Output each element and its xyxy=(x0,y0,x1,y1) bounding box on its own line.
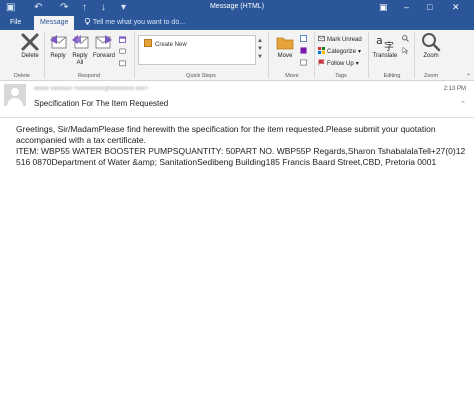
group-label-move: Move xyxy=(285,73,299,79)
translate-label: Translate xyxy=(372,53,398,59)
group-divider xyxy=(368,32,369,78)
window-title: Message (HTML) xyxy=(209,3,265,10)
follow-up-label: Follow Up xyxy=(327,61,354,67)
mark-unread-label: Mark Unread xyxy=(327,37,362,43)
person-icon xyxy=(11,88,19,96)
expand-header-icon[interactable]: ⌃ xyxy=(460,100,466,108)
reply-all-icon xyxy=(72,35,89,49)
body-paragraph: Greetings, Sir/MadamPlease find herewith… xyxy=(16,124,436,145)
reply-all-label: Reply All xyxy=(72,53,88,66)
divider xyxy=(0,117,474,118)
group-label-quick-steps: Quick Steps xyxy=(186,73,216,79)
group-divider xyxy=(314,32,315,78)
search-icon xyxy=(402,35,409,42)
move-label: Move xyxy=(277,53,293,59)
tab-message[interactable]: Message xyxy=(34,16,75,30)
tell-me-text: Tell me what you want to do... xyxy=(92,19,186,26)
chevron-down-icon: ▾ xyxy=(355,61,359,67)
magnifier-icon xyxy=(422,33,441,52)
quick-step-create-new[interactable]: Create New xyxy=(144,39,187,48)
cursor-icon xyxy=(402,47,409,54)
ribbon: Delete Delete Reply Reply All Forward Re… xyxy=(0,30,474,81)
forward-label: Forward xyxy=(92,53,115,59)
reply-icon xyxy=(50,35,67,49)
categorize-button[interactable]: Categorize ▾ xyxy=(318,47,361,57)
delete-icon xyxy=(21,33,39,51)
delete-button[interactable]: Delete xyxy=(14,32,46,60)
ribbon-tabs: File Message Tell me what you want to do… xyxy=(0,16,474,30)
group-label-editing: Editing xyxy=(383,73,401,79)
rules-icon xyxy=(300,35,307,42)
group-label-delete: Delete xyxy=(14,73,30,79)
message-subject: Specification For The Item Requested xyxy=(34,99,169,108)
title-bar: ▣ ↶ ↷ ↑ ↓ ▾ Message (HTML) ▣ – □ ✕ xyxy=(0,0,474,16)
folder-move-icon xyxy=(276,37,294,50)
ribbon-display-icon[interactable]: ▣ xyxy=(379,1,388,14)
minimize-button[interactable]: – xyxy=(404,1,409,14)
group-label-tags: Tags xyxy=(335,73,347,79)
im-button[interactable] xyxy=(119,48,128,58)
rules-button[interactable] xyxy=(300,35,309,45)
group-divider xyxy=(44,32,45,78)
tab-file[interactable]: File xyxy=(4,16,27,30)
categorize-label: Categorize xyxy=(327,49,357,55)
actions-icon xyxy=(300,59,307,66)
zoom-label: Zoom xyxy=(423,53,439,59)
reply-label: Reply xyxy=(50,53,66,59)
select-button[interactable] xyxy=(402,47,411,57)
message-header: xxxxx xxxxxxx <xxxxxxxxx@xxxxxxxx.xxx> 2… xyxy=(0,81,474,117)
translate-button[interactable]: a 字 Translate xyxy=(370,32,400,60)
create-new-label: Create New xyxy=(155,42,187,48)
svg-text:a: a xyxy=(376,34,383,47)
body-paragraph: ITEM: WBP55 WATER BOOSTER PUMPSQUANTITY:… xyxy=(16,146,466,167)
forward-button[interactable]: Forward xyxy=(90,32,118,60)
mark-unread-button[interactable]: Mark Unread xyxy=(318,35,362,45)
chat-icon xyxy=(119,48,126,54)
lightning-icon xyxy=(144,39,152,47)
move-button[interactable]: Move xyxy=(272,32,298,60)
meeting-button[interactable] xyxy=(119,36,128,46)
quick-steps-scroll[interactable]: ▲ ▼ ▼ xyxy=(257,37,263,61)
collapse-ribbon-icon[interactable]: ⌃ xyxy=(466,73,471,80)
chevron-down-icon: ▾ xyxy=(358,49,362,55)
flag-icon xyxy=(318,59,325,66)
received-time: 2:13 PM xyxy=(443,86,466,92)
group-label-respond: Respond xyxy=(77,73,101,79)
calendar-icon xyxy=(119,36,126,43)
message-body: Greetings, Sir/MadamPlease find herewith… xyxy=(16,124,468,168)
onenote-button[interactable] xyxy=(300,47,309,57)
reply-button[interactable]: Reply xyxy=(46,32,70,60)
lightbulb-icon xyxy=(84,17,91,25)
envelope-icon xyxy=(318,35,325,42)
zoom-button[interactable]: Zoom xyxy=(418,32,444,60)
actions-button[interactable] xyxy=(300,59,309,69)
categorize-icon xyxy=(318,47,325,54)
group-divider xyxy=(134,32,135,78)
sender[interactable]: xxxxx xxxxxxx <xxxxxxxxx@xxxxxxxx.xxx> xyxy=(34,86,148,92)
reply-all-button[interactable]: Reply All xyxy=(68,32,92,67)
avatar xyxy=(4,84,26,106)
forward-icon xyxy=(95,35,112,49)
group-divider xyxy=(414,32,415,78)
maximize-button[interactable]: □ xyxy=(427,1,432,14)
delete-label: Delete xyxy=(21,53,39,59)
translate-icon: a 字 xyxy=(376,34,394,52)
more-respond-button[interactable] xyxy=(119,60,128,70)
close-button[interactable]: ✕ xyxy=(452,1,460,14)
tell-me-search[interactable]: Tell me what you want to do... xyxy=(84,16,185,30)
follow-up-button[interactable]: Follow Up ▾ xyxy=(318,59,359,69)
group-label-zoom: Zoom xyxy=(423,73,439,79)
find-button[interactable] xyxy=(402,35,411,45)
quick-steps-gallery[interactable]: Create New xyxy=(138,35,256,65)
svg-text:字: 字 xyxy=(384,40,394,52)
onenote-icon xyxy=(300,47,307,54)
more-icon xyxy=(119,60,126,67)
group-divider xyxy=(268,32,269,78)
